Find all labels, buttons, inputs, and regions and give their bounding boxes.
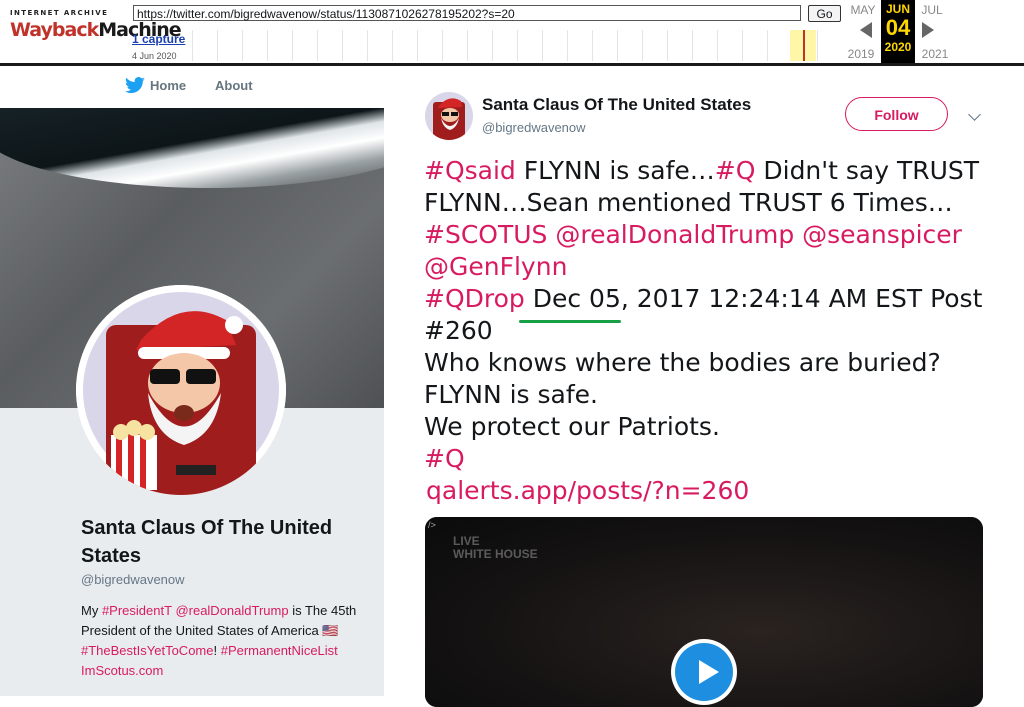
current-capture: JUN 04 2020 — [881, 0, 915, 63]
bio-hashtag-presidentt[interactable]: #PresidentT — [102, 603, 172, 618]
tweet-text: #Qsaid FLYNN is safe…#Q Didn't say TRUST… — [424, 155, 1004, 507]
current-day: 04 — [885, 15, 911, 40]
current-month: JUN — [885, 2, 910, 16]
tweet-link[interactable]: qalerts.app/posts/?n=260 — [426, 476, 749, 505]
profile-nav: Home About — [0, 66, 384, 108]
wayback-toolbar: INTERNET ARCHIVE WaybackMachine https://… — [0, 0, 1024, 66]
profile-column: Home About Santa Claus Of The United Sta… — [0, 66, 384, 696]
bio-text: ! — [213, 643, 221, 658]
tweet-line-patriots: We protect our Patriots. — [424, 412, 720, 441]
next-month-label[interactable]: JUL — [914, 3, 950, 17]
captures-link[interactable]: 1 capture — [132, 32, 185, 46]
tweet-date: Dec 05 — [532, 284, 621, 313]
tweet-author-handle[interactable]: @bigredwavenow — [482, 120, 586, 135]
capture-date: 4 Jun 2020 — [132, 51, 177, 61]
mention-realdonaldtrump[interactable]: @realDonaldTrump — [555, 220, 794, 249]
prev-year-label[interactable]: 2019 — [843, 47, 879, 61]
video-player[interactable]: /> LIVE WHITE HOUSE — [425, 517, 983, 707]
logo-main-text: WaybackMachine — [10, 19, 182, 41]
us-flag-icon: 🇺🇸 — [322, 623, 339, 638]
hashtag-q[interactable]: #Q — [715, 156, 756, 185]
bio-link-imscotus[interactable]: ImScotus.com — [81, 663, 163, 678]
tweet-line-flynn: FLYNN is safe. — [424, 380, 598, 409]
tweet-line-bodies: Who knows where the bodies are buried? — [424, 348, 941, 377]
twitter-bird-icon — [125, 77, 145, 94]
hashtag-qsaid[interactable]: #Qsaid — [424, 156, 516, 185]
bio-mention-trump[interactable]: @realDonaldTrump — [175, 603, 288, 618]
nav-about[interactable]: About — [215, 78, 253, 93]
play-circle — [675, 643, 733, 701]
profile-bio: My #PresidentT @realDonaldTrump is The 4… — [81, 601, 376, 681]
tweet-column: Santa Claus Of The United States @bigred… — [384, 66, 1024, 707]
nav-home[interactable]: Home — [150, 78, 186, 93]
video-corner-text: /> — [428, 520, 436, 530]
play-button[interactable] — [671, 639, 737, 705]
white-house-text: WHITE HOUSE — [453, 547, 538, 561]
current-year: 2020 — [884, 40, 912, 54]
bio-text: My — [81, 603, 102, 618]
hashtag-q-end[interactable]: #Q — [424, 444, 465, 473]
sparkline-capture-bar[interactable] — [803, 30, 805, 61]
banner-wave — [0, 108, 384, 188]
capture-sparkline[interactable] — [192, 30, 842, 61]
logo-top-text: INTERNET ARCHIVE — [10, 9, 109, 17]
bio-hashtag-bestisyettocome[interactable]: #TheBestIsYetToCome — [81, 643, 213, 658]
chevron-down-icon[interactable] — [968, 108, 981, 121]
url-input[interactable]: https://twitter.com/bigredwavenow/status… — [133, 5, 801, 21]
hashtag-qdrop[interactable]: #QDrop — [424, 284, 525, 313]
wayback-logo[interactable]: INTERNET ARCHIVE WaybackMachine — [10, 9, 182, 41]
tweet-author-name[interactable]: Santa Claus Of The United States — [482, 95, 751, 115]
tweet-text-segment: FLYNN is safe… — [515, 156, 715, 185]
logo-wayback-part: Wayback — [10, 19, 99, 41]
live-label: LIVE WHITE HOUSE — [453, 535, 538, 561]
mention-seanspicer[interactable]: @seanspicer — [802, 220, 962, 249]
date-underline — [519, 320, 621, 323]
bio-hashtag-permanentnicelist[interactable]: #PermanentNiceList — [221, 643, 338, 658]
santa-avatar-icon — [76, 285, 286, 495]
prev-month-label[interactable]: MAY — [845, 3, 881, 17]
hashtag-scotus[interactable]: #SCOTUS — [424, 220, 547, 249]
follow-button[interactable]: Follow — [845, 97, 948, 131]
prev-arrow-icon[interactable] — [860, 22, 872, 38]
play-icon — [699, 660, 719, 684]
profile-handle[interactable]: @bigredwavenow — [81, 572, 185, 587]
tweet-avatar[interactable] — [425, 92, 473, 140]
santa-small-avatar-icon — [425, 92, 473, 140]
next-year-label[interactable]: 2021 — [917, 47, 953, 61]
next-arrow-icon[interactable] — [922, 22, 934, 38]
profile-name: Santa Claus Of The United States — [81, 517, 333, 567]
go-button[interactable]: Go — [808, 5, 841, 22]
profile-avatar[interactable] — [76, 285, 286, 495]
mention-genflynn[interactable]: @GenFlynn — [424, 252, 567, 281]
